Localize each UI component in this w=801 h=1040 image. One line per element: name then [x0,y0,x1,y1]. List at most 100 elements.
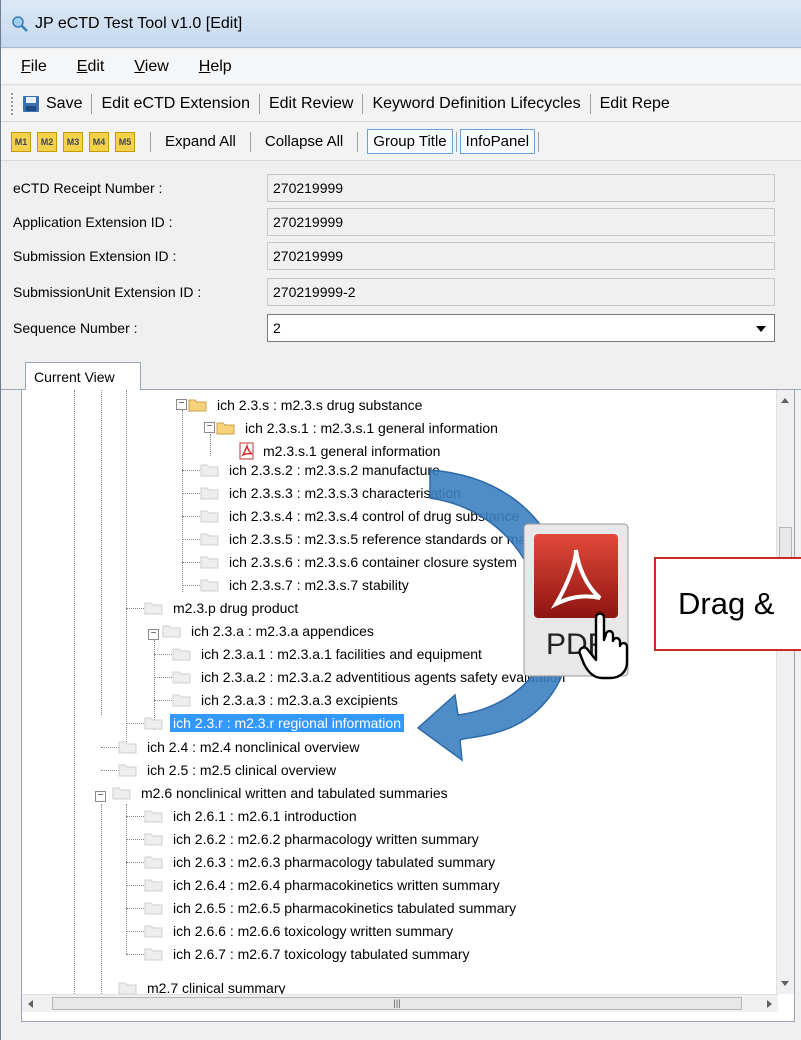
receipt-number-field[interactable]: 270219999 [267,174,775,202]
sequence-number-label: Sequence Number : [13,320,138,336]
tree-node[interactable]: ich 2.3.s.7 : m2.3.s.7 stability [200,574,412,596]
menu-help[interactable]: Help [199,58,232,76]
group-title-toggle[interactable]: Group Title [367,129,453,154]
horizontal-scrollbar[interactable]: ||| [22,994,778,1012]
scroll-right-icon[interactable] [767,1000,772,1008]
tree-node[interactable]: ich 2.3.s.3 : m2.3.s.3 characterisation [200,482,464,504]
edit-ectd-extension-button[interactable]: Edit eCTD Extension [101,95,250,113]
tree-node-label: ich 2.6.7 : m2.6.7 toxicology tabulated … [173,946,470,962]
tree-guide [126,908,146,909]
submission-extension-field[interactable]: 270219999 [267,242,775,270]
tree-node-label: ich 2.3.r : m2.3.r regional information [170,714,404,732]
tree-guide [74,390,75,994]
tree-node[interactable]: ich 2.3.s.1 : m2.3.s.1 general informati… [216,417,501,439]
module-m3-button[interactable]: M3 [63,131,83,152]
tree-node-label: m2.3.p drug product [173,600,299,616]
menu-edit[interactable]: Edit [77,58,105,76]
tree-guide [210,434,211,456]
submission-extension-label: Submission Extension ID : [13,248,177,264]
scroll-down-icon[interactable] [781,981,789,986]
chevron-down-icon[interactable] [756,326,766,332]
folder-icon [162,625,181,638]
tree-node[interactable]: ich 2.3.s.2 : m2.3.s.2 manufacture [200,459,443,481]
save-button[interactable]: Save [22,95,82,113]
folder-icon [112,787,131,800]
module-m1-button[interactable]: M1 [11,131,31,152]
collapse-toggle[interactable]: − [148,629,159,640]
status-bar [1,1022,801,1040]
tree-node-label: ich 2.3.s.7 : m2.3.s.7 stability [229,577,409,593]
document-tree[interactable]: − − − − ich 2.3.s : m2.3.s drug substanc… [22,390,778,994]
edit-repe-button[interactable]: Edit Repe [600,95,670,113]
keyword-definition-lifecycles-button[interactable]: Keyword Definition Lifecycles [372,95,580,113]
tree-node-label: ich 2.3.s.4 : m2.3.s.4 control of drug s… [229,508,520,524]
collapse-toggle[interactable]: − [204,422,215,433]
tab-current-view[interactable]: Current View [25,362,141,391]
vertical-scrollbar[interactable] [776,390,794,994]
module-m4-button[interactable]: M4 [89,131,109,152]
tree-node-label: m2.7 clinical summary [147,980,286,994]
scroll-up-icon[interactable] [781,398,789,403]
tree-node-label: ich 2.6.1 : m2.6.1 introduction [173,808,357,824]
module-m2-button[interactable]: M2 [37,131,57,152]
tree-guide [101,804,102,994]
submission-unit-extension-field[interactable]: 270219999-2 [267,278,775,306]
tree-guide [126,931,146,932]
collapse-toggle[interactable]: − [95,791,106,802]
tree-node[interactable]: ich 2.6.6 : m2.6.6 toxicology written su… [144,920,456,942]
application-extension-field[interactable]: 270219999 [267,208,775,236]
tree-node[interactable]: ich 2.6.3 : m2.6.3 pharmacology tabulate… [144,851,498,873]
tree-node[interactable]: ich 2.3.s : m2.3.s drug substance [188,394,425,416]
tree-guide [182,410,183,592]
tree-node-label: ich 2.5 : m2.5 clinical overview [147,762,337,778]
toolbar-separator [150,131,151,152]
info-panel-toggle[interactable]: InfoPanel [459,129,536,154]
tree-node-selected[interactable]: ich 2.3.r : m2.3.r regional information [144,712,404,734]
tree-node[interactable]: m2.6 nonclinical written and tabulated s… [112,782,451,804]
module-m5-button[interactable]: M5 [115,131,135,152]
tree-guide [154,654,172,655]
folder-icon [144,948,163,961]
collapse-all-button[interactable]: Collapse All [260,130,348,153]
tree-guide [126,839,146,840]
expand-all-button[interactable]: Expand All [160,130,241,153]
tree-node[interactable]: ich 2.6.7 : m2.6.7 toxicology tabulated … [144,943,472,965]
toolbar-separator [249,131,251,152]
folder-icon [200,487,219,500]
tree-node[interactable]: ich 2.6.2 : m2.6.2 pharmacology written … [144,828,482,850]
menu-view[interactable]: View [134,58,168,76]
tree-node[interactable]: ich 2.3.a : m2.3.a appendices [162,620,377,642]
tree-node-label: ich 2.3.a : m2.3.a appendices [191,623,374,639]
toolbar-separator [589,93,591,114]
tree-node[interactable]: ich 2.3.a.3 : m2.3.a.3 excipients [172,689,401,711]
edit-review-button[interactable]: Edit Review [269,95,353,113]
folder-icon [144,602,163,615]
tree-node[interactable]: ich 2.6.1 : m2.6.1 introduction [144,805,360,827]
tree-node[interactable]: ich 2.6.4 : m2.6.4 pharmacokinetics writ… [144,874,503,896]
tree-node[interactable]: ich 2.5 : m2.5 clinical overview [118,759,339,781]
tree-node[interactable]: ich 2.3.s.5 : m2.3.s.5 reference standar… [200,528,567,550]
toolbar-grip[interactable] [11,92,14,115]
scroll-left-icon[interactable] [28,1000,33,1008]
tree-node[interactable]: m2.7 clinical summary [118,980,288,994]
tree-node[interactable]: ich 2.3.s.4 : m2.3.s.4 control of drug s… [200,505,522,527]
save-icon [23,95,39,112]
tree-node[interactable]: m2.3.p drug product [144,597,301,619]
tree-node[interactable]: ich 2.3.a.1 : m2.3.a.1 facilities and eq… [172,643,485,665]
tree-node[interactable]: ich 2.4 : m2.4 nonclinical overview [118,736,362,758]
main-toolbar: Save Edit eCTD Extension Edit Review Key… [1,86,801,122]
tree-node[interactable]: ich 2.3.a.2 : m2.3.a.2 adventitious agen… [172,666,568,688]
tree-node-label: ich 2.3.s.3 : m2.3.s.3 characterisation [229,485,461,501]
folder-open-icon [188,399,207,412]
folder-icon [200,533,219,546]
sequence-number-select[interactable]: 2 [267,314,775,342]
tree-node[interactable]: ich 2.3.s.6 : m2.3.s.6 container closure… [200,551,520,573]
tree-node-label: ich 2.3.s.6 : m2.3.s.6 container closure… [229,554,517,570]
tree-guide [154,677,172,678]
save-label: Save [46,94,83,112]
menu-file[interactable]: File [21,58,47,76]
collapse-toggle[interactable]: − [176,399,187,410]
scroll-thumb-horizontal[interactable]: ||| [52,997,742,1010]
view-toolbar: M1 M2 M3 M4 M5 Expand All Collapse All G… [1,123,801,161]
tree-node[interactable]: ich 2.6.5 : m2.6.5 pharmacokinetics tabu… [144,897,519,919]
